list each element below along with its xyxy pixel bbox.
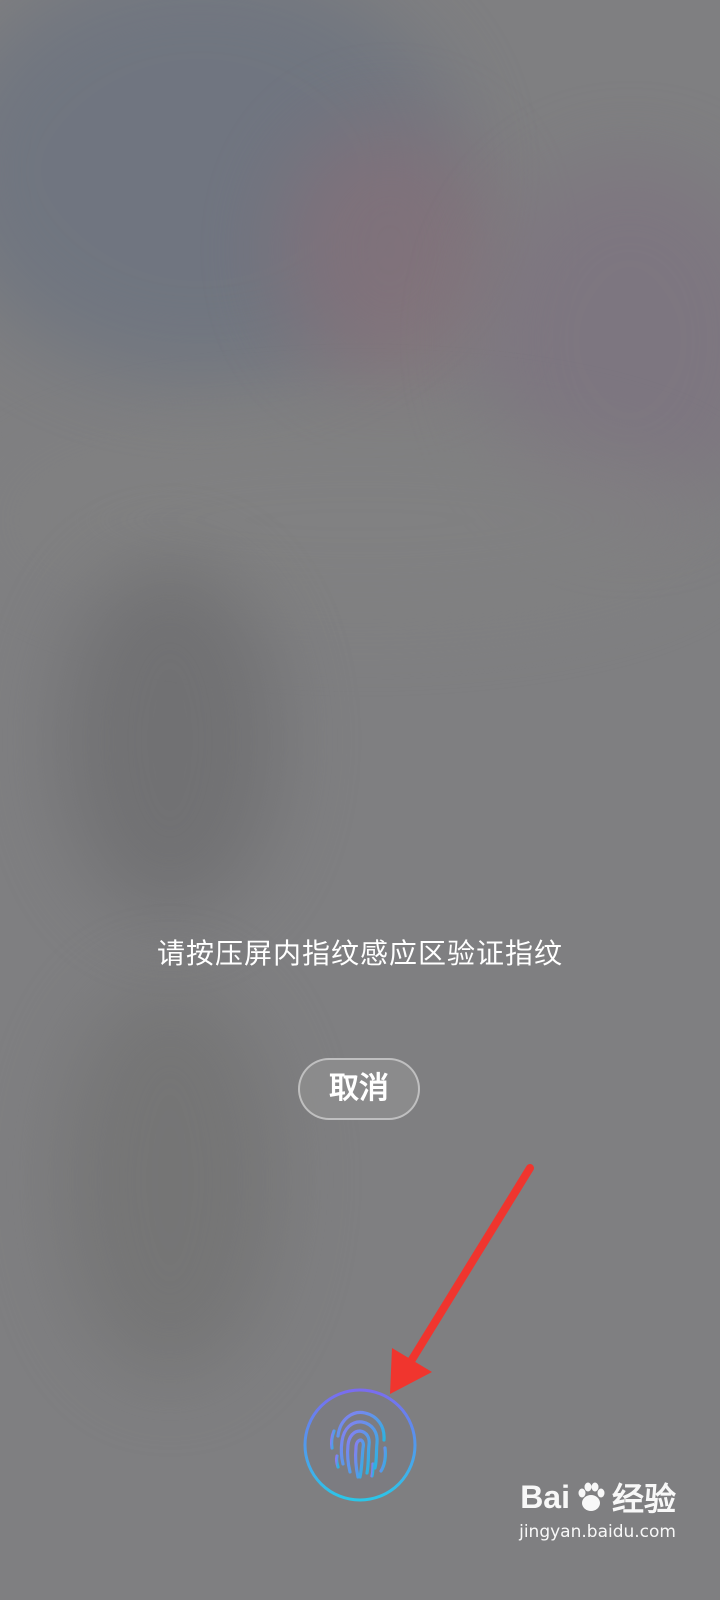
baidu-paw-icon [578,1482,605,1511]
fingerprint-sensor[interactable] [301,1386,419,1504]
sensor-ring [303,1388,417,1502]
watermark-site: jingyan.baidu.com [519,1522,676,1542]
blurred-background [280,120,500,380]
baidu-jingyan-watermark: Bai 经验 jingyan.baidu.com [519,1474,676,1543]
fingerprint-prompt: 请按压屏内指纹感应区验证指纹 [156,937,563,970]
watermark-brand-left: Bai [520,1478,570,1515]
watermark-brand-right: 经验 [611,1481,676,1517]
blurred-background [60,980,280,1380]
fingerprint-auth-screen: 请按压屏内指纹感应区验证指纹 取消 Bai 经验 jingyan.baidu.c… [0,0,720,1600]
cancel-button[interactable]: 取消 [298,1058,420,1120]
blurred-background [60,560,280,920]
